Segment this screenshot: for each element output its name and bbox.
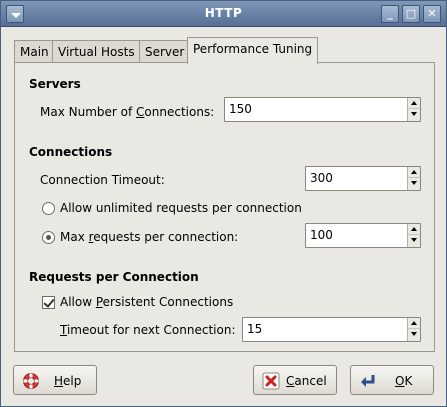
tab-label: Virtual Hosts <box>58 45 135 59</box>
spin-arrows <box>407 318 420 341</box>
spin-up-button[interactable] <box>408 98 420 109</box>
help-label: Help <box>54 374 82 388</box>
cancel-button[interactable]: Cancel <box>253 365 337 395</box>
persistent-connections-label: Allow Persistent Connections <box>60 295 234 309</box>
servers-heading: Servers <box>29 77 81 91</box>
connection-timeout-spinbox[interactable]: 300 <box>305 166 421 191</box>
requests-heading: Requests per Connection <box>29 270 199 284</box>
max-connections-value: 150 <box>229 102 252 116</box>
spin-down-button[interactable] <box>408 109 420 120</box>
unlimited-requests-label: Allow unlimited requests per connection <box>60 201 302 215</box>
next-timeout-label: Timeout for next Connection: <box>60 323 236 337</box>
help-button[interactable]: Help <box>13 365 97 395</box>
max-requests-radio[interactable] <box>42 231 55 244</box>
spin-up-button[interactable] <box>408 224 420 235</box>
max-requests-spinbox[interactable]: 100 <box>305 223 421 248</box>
spin-arrows <box>407 224 420 247</box>
connections-heading: Connections <box>29 145 113 159</box>
ok-label: OK <box>395 374 413 388</box>
maximize-icon: □ <box>405 7 417 20</box>
cancel-label: Cancel <box>286 374 327 388</box>
tab-label: Main <box>20 45 49 59</box>
spin-arrows <box>407 98 420 121</box>
connection-timeout-value: 300 <box>310 171 333 185</box>
minimize-icon: _ <box>387 7 393 20</box>
max-requests-value: 100 <box>310 228 333 242</box>
performance-tuning-panel: Servers Max Number of Connections: 150 C… <box>14 62 435 352</box>
tab-server[interactable]: Server <box>139 40 191 63</box>
title-bar: HTTP _ □ ✕ <box>1 1 446 27</box>
dialog-window: HTTP _ □ ✕ Main Virtual Hosts Server Per… <box>0 0 447 407</box>
spin-down-button[interactable] <box>408 329 420 340</box>
max-requests-label: Max requests per connection: <box>60 230 239 244</box>
enter-arrow-icon <box>361 375 375 387</box>
tab-performance-tuning[interactable]: Performance Tuning <box>187 37 319 64</box>
window-title: HTTP <box>204 6 243 20</box>
unlimited-requests-radio[interactable] <box>42 202 55 215</box>
spin-up-button[interactable] <box>408 167 420 178</box>
next-timeout-value: 15 <box>247 322 263 336</box>
close-button[interactable]: ✕ <box>423 5 441 23</box>
spin-arrows <box>407 167 420 190</box>
close-icon: ✕ <box>427 7 437 20</box>
persistent-connections-checkbox[interactable] <box>42 296 55 309</box>
next-timeout-spinbox[interactable]: 15 <box>242 317 421 342</box>
tab-main[interactable]: Main <box>14 40 55 63</box>
lifebuoy-icon <box>23 373 39 389</box>
spin-down-button[interactable] <box>408 178 420 189</box>
max-connections-label: Max Number of Connections: <box>40 105 215 119</box>
ok-button[interactable]: OK <box>350 365 434 395</box>
maximize-button[interactable]: □ <box>402 5 420 23</box>
tab-label: Performance Tuning <box>193 42 313 56</box>
max-connections-spinbox[interactable]: 150 <box>224 97 421 122</box>
cancel-icon <box>262 372 280 390</box>
spin-up-button[interactable] <box>408 318 420 329</box>
minimize-button[interactable]: _ <box>381 5 399 23</box>
tab-label: Server <box>145 45 185 59</box>
spin-down-button[interactable] <box>408 235 420 246</box>
connection-timeout-label: Connection Timeout: <box>40 173 165 187</box>
tab-virtual-hosts[interactable]: Virtual Hosts <box>52 40 141 63</box>
